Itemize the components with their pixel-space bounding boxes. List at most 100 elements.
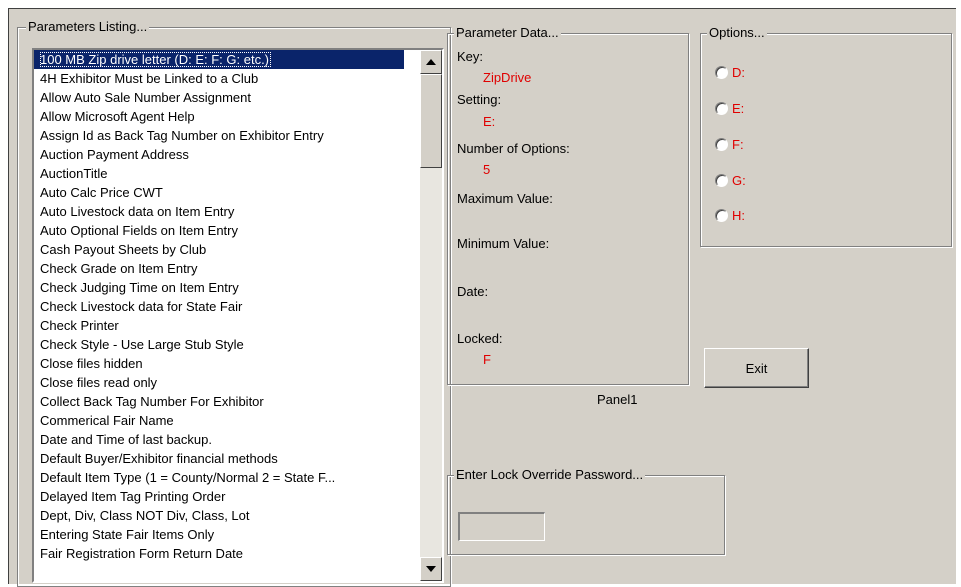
scroll-down-button[interactable] xyxy=(420,557,442,581)
list-item[interactable]: Fair Registration Form Return Date xyxy=(34,544,404,563)
option-label: H: xyxy=(732,208,745,223)
list-item-label: Collect Back Tag Number For Exhibitor xyxy=(40,394,264,409)
list-item[interactable]: Auto Optional Fields on Item Entry xyxy=(34,221,404,240)
list-item-label: Fair Registration Form Return Date xyxy=(40,546,244,561)
option-radio-g[interactable]: G: xyxy=(715,173,746,188)
arrow-up-icon xyxy=(426,59,436,65)
list-item-label: AuctionTitle xyxy=(40,166,108,181)
parameter-data-title: Parameter Data... xyxy=(454,25,561,41)
lock-override-password-field[interactable] xyxy=(458,512,545,541)
minimum-value-label: Minimum Value: xyxy=(457,236,550,251)
list-item[interactable]: Check Livestock data for State Fair xyxy=(34,297,404,316)
scrollbar-thumb[interactable] xyxy=(420,74,442,168)
list-item-label: Auction Payment Address xyxy=(40,147,189,162)
setting-label: Setting: xyxy=(457,92,502,107)
list-item-label: Allow Microsoft Agent Help xyxy=(40,109,195,124)
list-item[interactable]: Allow Microsoft Agent Help xyxy=(34,107,404,126)
list-item[interactable]: Default Item Type (1 = County/Normal 2 =… xyxy=(34,468,404,487)
list-item-label: Commerical Fair Name xyxy=(40,413,174,428)
vertical-scrollbar[interactable] xyxy=(420,50,442,581)
list-item[interactable]: Commerical Fair Name xyxy=(34,411,404,430)
radio-button[interactable] xyxy=(715,209,728,222)
list-item[interactable]: Check Judging Time on Item Entry xyxy=(34,278,404,297)
list-item-label: 4H Exhibitor Must be Linked to a Club xyxy=(40,71,259,86)
list-item-label: Check Livestock data for State Fair xyxy=(40,299,243,314)
option-radio-f[interactable]: F: xyxy=(715,137,744,152)
list-item-label: Allow Auto Sale Number Assignment xyxy=(40,90,251,105)
list-item-label: Delayed Item Tag Printing Order xyxy=(40,489,226,504)
locked-value: F xyxy=(483,352,491,367)
option-label: G: xyxy=(732,173,746,188)
list-item[interactable]: Allow Auto Sale Number Assignment xyxy=(34,88,404,107)
list-item[interactable]: Assign Id as Back Tag Number on Exhibito… xyxy=(34,126,404,145)
list-item[interactable]: Auto Calc Price CWT xyxy=(34,183,404,202)
list-item[interactable]: 4H Exhibitor Must be Linked to a Club xyxy=(34,69,404,88)
list-item[interactable]: Dept, Div, Class NOT Div, Class, Lot xyxy=(34,506,404,525)
radio-button[interactable] xyxy=(715,174,728,187)
list-item-label: 100 MB Zip drive letter (D: E: F: G: etc… xyxy=(40,52,272,67)
list-item[interactable]: Default Buyer/Exhibitor financial method… xyxy=(34,449,404,468)
list-item[interactable]: Entering State Fair Items Only xyxy=(34,525,404,544)
option-radio-h[interactable]: H: xyxy=(715,208,745,223)
key-value: ZipDrive xyxy=(483,70,532,85)
lock-override-title: Enter Lock Override Password... xyxy=(454,467,646,483)
option-radio-e[interactable]: E: xyxy=(715,101,744,116)
exit-button[interactable]: Exit xyxy=(704,348,809,388)
options-title: Options... xyxy=(707,25,767,41)
maximum-value-label: Maximum Value: xyxy=(457,191,553,206)
list-item-label: Assign Id as Back Tag Number on Exhibito… xyxy=(40,128,324,143)
list-item-label: Auto Calc Price CWT xyxy=(40,185,163,200)
option-radio-d[interactable]: D: xyxy=(715,65,745,80)
list-item[interactable]: Auto Livestock data on Item Entry xyxy=(34,202,404,221)
option-label: F: xyxy=(732,137,744,152)
locked-label: Locked: xyxy=(457,331,503,346)
list-item[interactable]: Close files read only xyxy=(34,373,404,392)
parameters-list[interactable]: 100 MB Zip drive letter (D: E: F: G: etc… xyxy=(34,50,404,581)
list-item[interactable]: Check Grade on Item Entry xyxy=(34,259,404,278)
radio-button[interactable] xyxy=(715,66,728,79)
list-item[interactable]: 100 MB Zip drive letter (D: E: F: G: etc… xyxy=(34,50,404,69)
setting-value: E: xyxy=(483,114,496,129)
list-item-label: Dept, Div, Class NOT Div, Class, Lot xyxy=(40,508,250,523)
radio-button[interactable] xyxy=(715,138,728,151)
list-item-label: Cash Payout Sheets by Club xyxy=(40,242,207,257)
scroll-up-button[interactable] xyxy=(420,50,442,74)
number-of-options-label: Number of Options: xyxy=(457,141,570,156)
date-label: Date: xyxy=(457,284,489,299)
number-of-options-value: 5 xyxy=(483,162,491,177)
list-item[interactable]: Auction Payment Address xyxy=(34,145,404,164)
list-item-label: Check Judging Time on Item Entry xyxy=(40,280,239,295)
parameters-listbox[interactable]: 100 MB Zip drive letter (D: E: F: G: etc… xyxy=(32,48,444,583)
list-item-label: Auto Optional Fields on Item Entry xyxy=(40,223,238,238)
parameters-window: Parameters Listing... 100 MB Zip drive l… xyxy=(8,8,956,587)
parameters-listing-title: Parameters Listing... xyxy=(26,19,150,35)
arrow-down-icon xyxy=(426,566,436,572)
options-group: Options... D: E: F: G: H: xyxy=(700,25,952,247)
list-item-label: Auto Livestock data on Item Entry xyxy=(40,204,235,219)
list-item-label: Date and Time of last backup. xyxy=(40,432,212,447)
list-item[interactable]: Check Printer xyxy=(34,316,404,335)
key-label: Key: xyxy=(457,49,484,64)
list-item-label: Close files hidden xyxy=(40,356,143,371)
list-item[interactable]: Cash Payout Sheets by Club xyxy=(34,240,404,259)
list-item-label: Close files read only xyxy=(40,375,158,390)
list-item[interactable]: Date and Time of last backup. xyxy=(34,430,404,449)
parameter-data-group: Parameter Data... Key: ZipDrive Setting:… xyxy=(447,25,689,385)
list-item[interactable]: Check Style - Use Large Stub Style xyxy=(34,335,404,354)
list-item[interactable]: Close files hidden xyxy=(34,354,404,373)
parameters-listing-group: Parameters Listing... 100 MB Zip drive l… xyxy=(17,19,451,587)
list-item[interactable]: Delayed Item Tag Printing Order xyxy=(34,487,404,506)
list-item-label: Default Buyer/Exhibitor financial method… xyxy=(40,451,278,466)
lock-override-group: Enter Lock Override Password... xyxy=(447,467,725,555)
panel1-label: Panel1 xyxy=(597,392,638,407)
list-item-label: Check Grade on Item Entry xyxy=(40,261,198,276)
option-label: D: xyxy=(732,65,745,80)
list-item-label: Check Printer xyxy=(40,318,119,333)
option-label: E: xyxy=(732,101,745,116)
list-item-label: Check Style - Use Large Stub Style xyxy=(40,337,244,352)
list-item-label: Entering State Fair Items Only xyxy=(40,527,215,542)
list-item[interactable]: Collect Back Tag Number For Exhibitor xyxy=(34,392,404,411)
list-item-label: Default Item Type (1 = County/Normal 2 =… xyxy=(40,470,336,485)
list-item[interactable]: AuctionTitle xyxy=(34,164,404,183)
radio-button[interactable] xyxy=(715,102,728,115)
